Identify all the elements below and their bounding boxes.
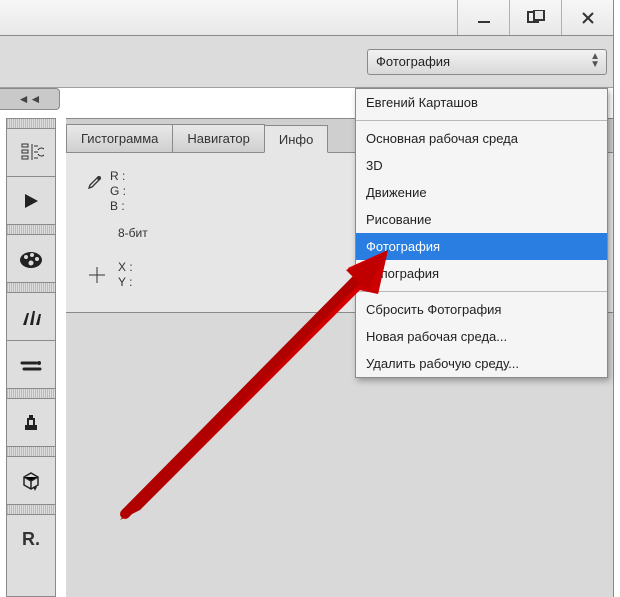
tab-histogram[interactable]: Гистограмма [66, 124, 173, 152]
tool-grip[interactable] [7, 119, 55, 129]
tab-info-label: Инфо [279, 132, 313, 147]
workspace-dropdown[interactable]: Фотография ▲▼ [367, 49, 607, 75]
xy-readout: X : Y : [118, 260, 133, 290]
tool-grip-2[interactable] [7, 225, 55, 235]
channel-r: R : [110, 169, 126, 184]
menu-label: Движение [366, 185, 427, 200]
tool-brush-presets-icon[interactable] [7, 341, 55, 389]
tool-play-icon[interactable] [7, 177, 55, 225]
workspace-dropdown-label: Фотография [376, 54, 450, 69]
menu-separator [356, 120, 607, 121]
tab-navigator[interactable]: Навигатор [172, 124, 264, 152]
tool-rotate-icon[interactable]: R. [7, 515, 55, 563]
minimize-button[interactable] [457, 0, 509, 35]
tool-rotate-label: R. [22, 529, 40, 550]
workspace-menu-item-new[interactable]: Новая рабочая среда... [356, 323, 607, 350]
close-button[interactable] [561, 0, 613, 35]
tool-grip-4[interactable] [7, 389, 55, 399]
app-window: Фотография ▲▼ ◄◄ ▾ [0, 0, 614, 597]
dropdown-arrows-icon: ▲▼ [590, 53, 600, 69]
menu-label: Новая рабочая среда... [366, 329, 507, 344]
menu-label: Основная рабочая среда [366, 131, 518, 146]
menu-separator [356, 291, 607, 292]
tab-info[interactable]: Инфо [264, 125, 328, 153]
workspace-menu-item-3d[interactable]: 3D [356, 152, 607, 179]
channel-g: G : [110, 184, 126, 199]
tool-clone-source-icon[interactable] [7, 399, 55, 447]
workspace-menu-item-reset[interactable]: Сбросить Фотография [356, 296, 607, 323]
menu-label: Типография [366, 266, 439, 281]
menu-label: Евгений Карташов [366, 95, 478, 110]
workspace-menu-item-motion[interactable]: Движение [356, 179, 607, 206]
tool-history-icon[interactable] [7, 129, 55, 177]
workspace-menu-item-photography[interactable]: Фотография [356, 233, 607, 260]
coord-y: Y : [118, 275, 133, 290]
workspace-menu: Евгений Карташов Основная рабочая среда … [355, 88, 608, 378]
crosshair-icon [84, 266, 110, 284]
options-bar: Фотография ▲▼ [0, 36, 613, 88]
coord-x: X : [118, 260, 133, 275]
menu-label: Сбросить Фотография [366, 302, 501, 317]
window-controls-bar [0, 0, 613, 36]
svg-text:▾: ▾ [33, 484, 37, 493]
tool-grip-5[interactable] [7, 447, 55, 457]
collapse-icon: ◄◄ [18, 92, 42, 106]
workspace-menu-item-typography[interactable]: Типография [356, 260, 607, 287]
menu-label: Удалить рабочую среду... [366, 356, 519, 371]
rgb-readout: R : G : B : [110, 169, 126, 214]
channel-b: B : [110, 199, 126, 214]
tool-grip-3[interactable] [7, 283, 55, 293]
menu-label: Рисование [366, 212, 431, 227]
workspace-menu-item-essentials[interactable]: Основная рабочая среда [356, 125, 607, 152]
tab-histogram-label: Гистограмма [81, 131, 158, 146]
workspace-menu-item-painting[interactable]: Рисование [356, 206, 607, 233]
eyedropper-icon [84, 169, 102, 214]
tool-swatches-icon[interactable] [7, 235, 55, 283]
tool-grip-6[interactable] [7, 505, 55, 515]
workspace-menu-item-user[interactable]: Евгений Карташов [356, 89, 607, 116]
workspace-menu-item-delete[interactable]: Удалить рабочую среду... [356, 350, 607, 377]
menu-label: Фотография [366, 239, 440, 254]
tool-brushes-icon[interactable] [7, 293, 55, 341]
tool-3d-icon[interactable]: ▾ [7, 457, 55, 505]
menu-label: 3D [366, 158, 383, 173]
panel-collapse-handle[interactable]: ◄◄ [0, 88, 60, 110]
tab-navigator-label: Навигатор [187, 131, 249, 146]
maximize-button[interactable] [509, 0, 561, 35]
tools-panel: ▾ R. [6, 118, 56, 597]
